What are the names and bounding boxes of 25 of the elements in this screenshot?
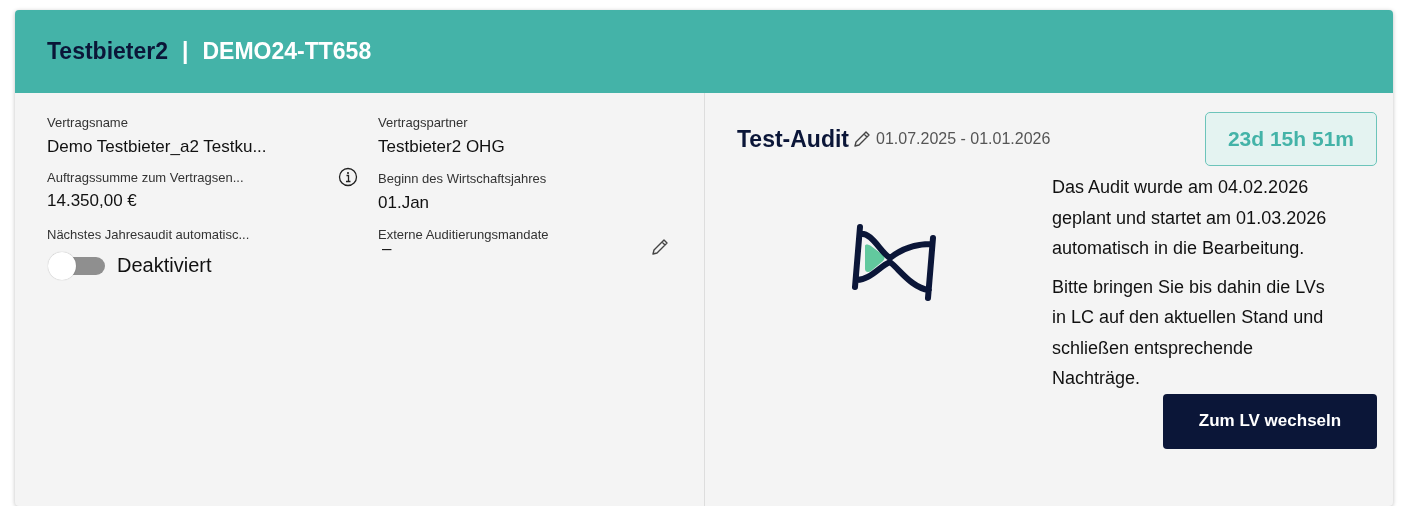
edit-icon[interactable]	[852, 129, 872, 149]
toggle-switch[interactable]	[47, 251, 107, 281]
audit-title: Test-Audit	[737, 125, 849, 153]
info-paragraph: Das Audit wurde am 04.02.2026 geplant und startet am 01.03.2026 automatisch in die Bearbeitung.	[1052, 176, 1328, 260]
field-label: Nächstes Jahresaudit automatisc...	[47, 227, 251, 242]
countdown-badge: 23d 15h 51m	[1204, 112, 1377, 166]
info-icon[interactable]	[338, 167, 358, 187]
bidder-name: Testbieter2	[47, 38, 168, 65]
edit-icon[interactable]	[650, 237, 670, 257]
field-label: Vertragsname	[47, 115, 129, 130]
field-value: Testbieter2 OHG	[378, 137, 506, 157]
field-value: –	[382, 239, 392, 259]
field-value: 01.Jan	[378, 193, 431, 213]
field-value: Demo Testbieter_a2 Testku...	[47, 137, 268, 157]
field-label: Beginn des Wirtschaftsjahres	[378, 171, 548, 186]
info-paragraph: Bitte bringen Sie bis dahin die LVs in LC auf den aktuellen Stand und schließen entsprechende Nachträge.	[1052, 275, 1326, 390]
toggle-label: Deaktiviert	[117, 253, 212, 277]
audit-period: 01.07.2025 - 01.01.2026	[876, 130, 1051, 148]
field-label: Vertragspartner	[378, 115, 469, 130]
field-value: 14.350,00 €	[47, 191, 138, 211]
project-code: DEMO24-TT658	[202, 38, 372, 65]
switch-to-lv-button[interactable]: Zum LV wechseln	[1163, 393, 1377, 449]
separator: |	[182, 38, 189, 65]
field-label: Auftragssumme zum Vertragsen...	[47, 169, 244, 185]
field-label: Externe Auditierungsmandate	[378, 227, 550, 242]
